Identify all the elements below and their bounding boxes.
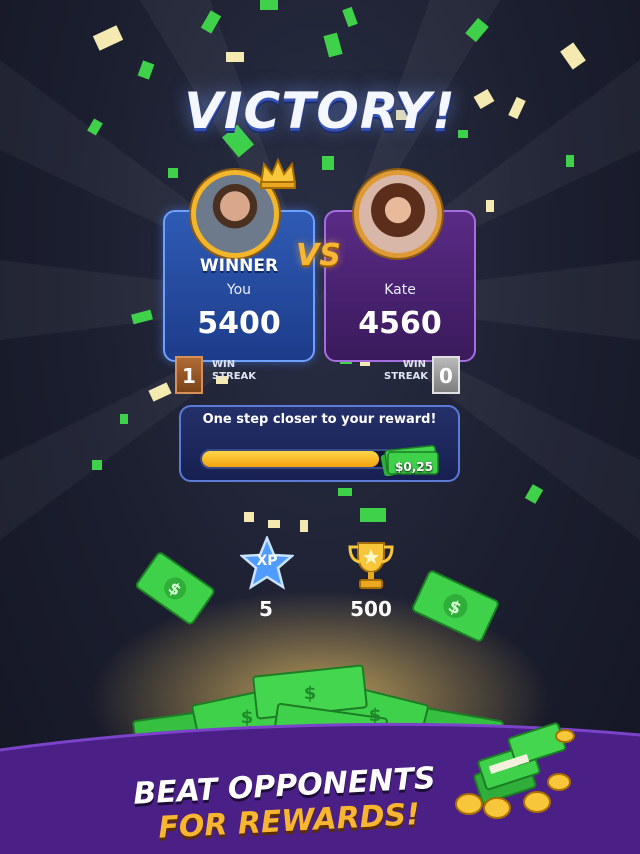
reward-message: One step closer to your reward! (202, 412, 437, 427)
cash-bill-right-icon: $ (412, 570, 499, 642)
win-streak-label-you: WIN STREAK (212, 359, 257, 382)
reward-progress-fill (202, 451, 379, 467)
cash-bill-left-icon: $ (135, 552, 215, 625)
svg-text:$: $ (304, 683, 317, 704)
cash-and-coins-icon (455, 722, 575, 819)
avatar-kate (354, 170, 442, 258)
victory-title: VICTORY! (184, 82, 456, 140)
xp-value: 5 (259, 597, 273, 621)
win-streak-label-kate: WIN STREAK (384, 359, 429, 382)
crown-icon (259, 157, 297, 189)
win-streak-badge-kate: 0 (432, 356, 460, 394)
reward-amount: $0,25 (395, 460, 433, 474)
trophy-value: 500 (350, 597, 392, 621)
player-name-you: You (226, 282, 252, 298)
trophy-icon (348, 542, 394, 589)
score-kate: 4560 (358, 306, 442, 341)
xp-label: XP (256, 553, 278, 569)
winner-label: WINNER (199, 256, 279, 276)
player-name-kate: Kate (384, 282, 416, 298)
score-you: 5400 (197, 306, 281, 341)
win-streak-badge-you: 1 (175, 356, 203, 394)
